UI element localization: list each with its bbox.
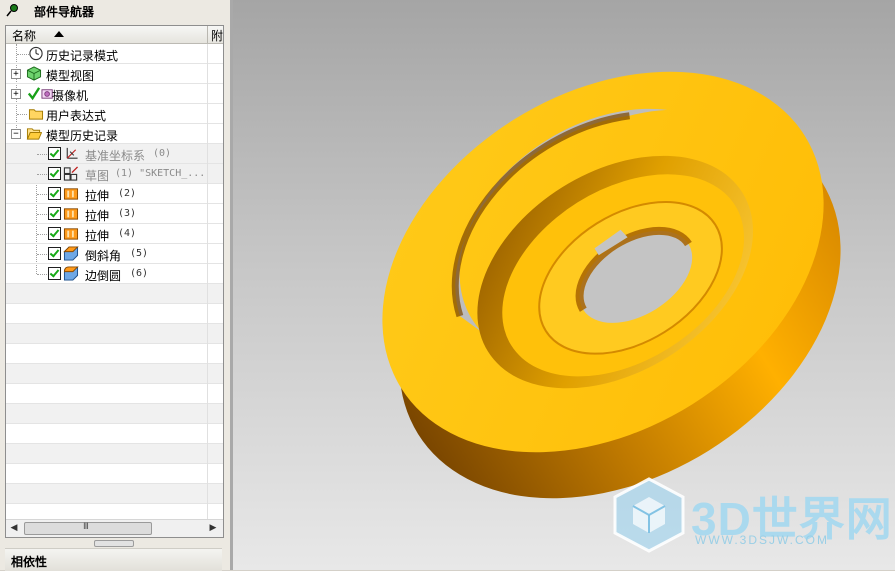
extrude-icon — [63, 228, 79, 240]
watermark-url: WWW.3DSJW.COM — [695, 533, 829, 547]
feature-number: (4) — [118, 228, 137, 239]
scrollbar-thumb[interactable]: III — [24, 522, 152, 535]
tree-item-label: 倒斜角 — [85, 249, 122, 263]
tree-item-chamfer[interactable]: 倒斜角 (5) — [6, 244, 223, 264]
column-header: 名称 附 — [6, 26, 223, 44]
panel-splitter-handle[interactable] — [94, 540, 134, 547]
datum-csys-icon — [66, 147, 78, 159]
tree-item-label: 拉伸 — [85, 209, 110, 223]
scrollbar-grip: III — [83, 522, 89, 532]
visibility-checkbox[interactable] — [48, 227, 61, 240]
visibility-checkbox[interactable] — [48, 167, 61, 180]
folder-icon — [28, 109, 44, 120]
feature-number: (5) — [130, 248, 149, 259]
cube-logo-icon — [613, 477, 685, 553]
scroll-right-arrow-icon[interactable]: ▶ — [208, 523, 218, 533]
feature-number: (3) — [118, 208, 137, 219]
edge-blend-icon — [63, 266, 79, 281]
feature-number: (0) — [153, 148, 172, 159]
visibility-checkbox[interactable] — [48, 247, 61, 260]
graphics-viewport[interactable]: 3D世界网 WWW.3DSJW.COM — [233, 0, 895, 570]
dependencies-section-header[interactable]: 相依性 — [5, 548, 222, 571]
collapse-icon[interactable]: − — [11, 129, 21, 139]
feature-number: (1) "SKETCH_... — [115, 168, 206, 179]
tree-item-label: 模型历史记录 — [46, 129, 119, 143]
watermark: 3D世界网 WWW.3DSJW.COM — [611, 475, 895, 570]
extrude-icon — [63, 208, 79, 220]
tree-item-extrude-3[interactable]: 拉伸 (3) — [6, 204, 223, 224]
tree-item-datum-csys[interactable]: 基准坐标系 (0) — [6, 144, 223, 164]
visibility-checkbox[interactable] — [48, 147, 61, 160]
column-divider[interactable] — [207, 26, 208, 43]
clock-icon — [29, 46, 43, 61]
feature-number: (6) — [130, 268, 149, 279]
tree-item-edge-blend[interactable]: 边倒圆 (6) — [6, 264, 223, 284]
tree-item-extrude-4[interactable]: 拉伸 (4) — [6, 224, 223, 244]
sketch-icon — [63, 166, 79, 181]
expand-icon[interactable]: + — [11, 89, 21, 99]
tree-item-label: 用户表达式 — [46, 109, 107, 123]
navigator-tree[interactable]: 名称 附 历史记录模式 + 模型视图 + 摄像机 用户表达式 − 模型历史记录 … — [5, 25, 224, 538]
extrude-icon — [63, 188, 79, 200]
tree-item-history-mode[interactable]: 历史记录模式 — [6, 44, 223, 64]
column-header-name[interactable]: 名称 — [12, 27, 36, 44]
sort-ascending-icon[interactable] — [54, 31, 64, 37]
feature-number: (2) — [118, 188, 137, 199]
tree-item-label: 草图 — [85, 169, 110, 183]
column-header-attached[interactable]: 附 — [211, 27, 223, 44]
dependencies-label: 相依性 — [11, 555, 48, 569]
tree-item-sketch[interactable]: 草图 (1) "SKETCH_... — [6, 164, 223, 184]
visibility-checkbox[interactable] — [48, 187, 61, 200]
expand-icon[interactable]: + — [11, 69, 21, 79]
panel-title-bar: 部件导航器 — [0, 0, 232, 21]
tree-item-model-views[interactable]: + 模型视图 — [6, 64, 223, 84]
tree-item-label: 基准坐标系 — [85, 149, 146, 163]
tree-item-label: 拉伸 — [85, 189, 110, 203]
chamfer-icon — [63, 246, 79, 261]
tree-item-label: 摄像机 — [52, 89, 89, 103]
tree-item-label: 模型视图 — [46, 69, 95, 83]
folder-open-icon — [26, 128, 42, 140]
visibility-checkbox[interactable] — [48, 207, 61, 220]
horizontal-scrollbar[interactable]: ◀ III ▶ — [6, 519, 223, 537]
pin-icon[interactable] — [6, 3, 20, 17]
tree-item-label: 边倒圆 — [85, 269, 122, 283]
tree-item-label: 拉伸 — [85, 229, 110, 243]
tree-item-cameras[interactable]: + 摄像机 — [6, 84, 223, 104]
visibility-checkbox[interactable] — [48, 267, 61, 280]
tree-item-user-expressions[interactable]: 用户表达式 — [6, 104, 223, 124]
tree-item-extrude-2[interactable]: 拉伸 (2) — [6, 184, 223, 204]
model-views-icon — [26, 66, 42, 81]
panel-title: 部件导航器 — [34, 5, 95, 19]
scroll-left-arrow-icon[interactable]: ◀ — [9, 523, 19, 533]
tree-item-label: 历史记录模式 — [46, 49, 119, 63]
part-navigator-panel: 部件导航器 名称 附 历史记录模式 + 模型视图 + 摄像机 用户表达式 − 模… — [0, 0, 232, 571]
tree-item-model-history[interactable]: − 模型历史记录 — [6, 124, 223, 144]
